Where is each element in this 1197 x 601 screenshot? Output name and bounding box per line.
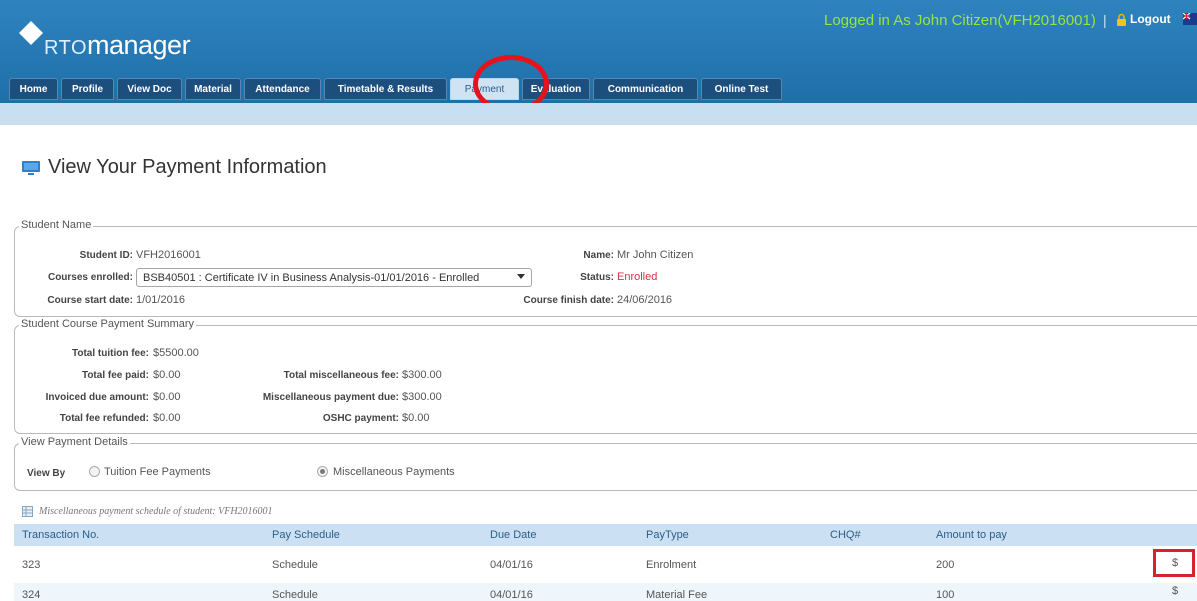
invoiced-due-label: Invoiced due amount: [45, 392, 149, 403]
pay-button-324[interactable]: $ [1172, 585, 1178, 597]
payment-summary-legend: Student Course Payment Summary [19, 318, 197, 330]
col-transaction-no[interactable]: Transaction No. [22, 529, 99, 541]
logo-diamond-icon [19, 21, 43, 45]
table-caption: Miscellaneous payment schedule of studen… [22, 506, 273, 517]
cell-transaction: 324 [22, 589, 41, 601]
logged-in-text: Logged in As John Citizen(VFH2016001) [824, 12, 1096, 29]
page-title: View Your Payment Information [22, 156, 327, 179]
view-payment-details-legend: View Payment Details [19, 436, 130, 448]
student-id-label: Student ID: [79, 250, 133, 261]
total-tuition-value: $5500.00 [153, 347, 199, 359]
pay-button-highlight [1153, 549, 1195, 577]
misc-due-value: $300.00 [402, 391, 442, 403]
total-paid-label: Total fee paid: [81, 370, 149, 381]
total-refunded-value: $0.00 [153, 412, 181, 424]
page-title-text: View Your Payment Information [48, 156, 327, 178]
cell-schedule: Schedule [272, 559, 318, 571]
course-select[interactable]: BSB40501 : Certificate IV in Business An… [136, 268, 532, 287]
col-due-date[interactable]: Due Date [490, 529, 536, 541]
student-name-section: Student Name Student ID: VFH2016001 Cour… [14, 219, 1197, 317]
tab-timetable-results[interactable]: Timetable & Results [324, 78, 447, 100]
cell-schedule: Schedule [272, 589, 318, 601]
col-pay-type[interactable]: PayType [646, 529, 689, 541]
cell-pay-type: Material Fee [646, 589, 708, 601]
cell-due-date: 04/01/16 [490, 589, 533, 601]
misc-fee-label: Total miscellaneous fee: [283, 370, 399, 381]
student-id-value: VFH2016001 [136, 249, 201, 261]
cell-transaction: 323 [22, 559, 41, 571]
table-row: 324 Schedule 04/01/16 Material Fee 100 [14, 583, 1197, 601]
payment-summary-section: Student Course Payment Summary Total tui… [14, 318, 1197, 434]
monitor-icon [22, 160, 40, 175]
tab-attendance[interactable]: Attendance [244, 78, 321, 100]
cell-amount: 100 [936, 589, 955, 601]
flag-icon[interactable] [1183, 13, 1197, 25]
miscellaneous-option-label[interactable]: Miscellaneous Payments [333, 466, 455, 478]
table-row: 323 Schedule 04/01/16 Enrolment 200 [14, 553, 1197, 578]
app-logo[interactable]: RTOmanager [44, 30, 191, 61]
course-select-value: BSB40501 : Certificate IV in Business An… [143, 271, 480, 284]
logo-prefix: RTO [44, 37, 87, 59]
sub-nav-bar [0, 103, 1197, 125]
col-pay-schedule[interactable]: Pay Schedule [272, 529, 340, 541]
table-header: Transaction No. Pay Schedule Due Date Pa… [14, 524, 1197, 546]
logout-link[interactable]: Logout [1116, 12, 1171, 26]
tab-home[interactable]: Home [9, 78, 58, 100]
tab-profile[interactable]: Profile [61, 78, 114, 100]
student-name-legend: Student Name [19, 219, 94, 231]
view-payment-details-section: View Payment Details View By Tuition Fee… [14, 436, 1197, 491]
misc-fee-value: $300.00 [402, 369, 442, 381]
logo-name: manager [87, 30, 191, 60]
name-label: Name: [583, 250, 614, 261]
lock-icon [1117, 13, 1126, 26]
table-icon [22, 506, 33, 517]
col-chq[interactable]: CHQ# [830, 529, 861, 541]
tab-material[interactable]: Material [185, 78, 241, 100]
status-label: Status: [580, 272, 614, 283]
course-finish-label: Course finish date: [523, 295, 614, 306]
oshc-value: $0.00 [402, 412, 430, 424]
tab-communication[interactable]: Communication [593, 78, 698, 100]
cell-amount: 200 [936, 559, 955, 571]
course-start-value: 1/01/2016 [136, 294, 185, 306]
app-header: RTOmanager Logged in As John Citizen(VFH… [0, 0, 1197, 103]
misc-due-label: Miscellaneous payment due: [262, 392, 399, 403]
col-amount-to-pay[interactable]: Amount to pay [936, 529, 1007, 541]
logout-label: Logout [1130, 12, 1171, 26]
main-nav: Home Profile View Doc Material Attendanc… [9, 78, 782, 100]
courses-enrolled-label: Courses enrolled: [47, 272, 133, 283]
tab-online-test[interactable]: Online Test [701, 78, 782, 100]
header-separator: | [1103, 12, 1107, 28]
total-tuition-label: Total tuition fee: [71, 348, 149, 359]
cell-pay-type: Enrolment [646, 559, 697, 571]
tuition-fee-radio[interactable] [89, 466, 100, 477]
total-refunded-label: Total fee refunded: [59, 413, 149, 424]
cell-due-date: 04/01/16 [490, 559, 533, 571]
course-start-label: Course start date: [47, 295, 133, 306]
course-finish-value: 24/06/2016 [617, 294, 673, 306]
name-value: Mr John Citizen [617, 249, 694, 261]
oshc-label: OSHC payment: [322, 413, 399, 424]
invoiced-due-value: $0.00 [153, 391, 181, 403]
miscellaneous-radio[interactable] [317, 466, 328, 477]
tuition-fee-option-label[interactable]: Tuition Fee Payments [104, 466, 211, 478]
tab-view-doc[interactable]: View Doc [117, 78, 182, 100]
table-caption-text: Miscellaneous payment schedule of studen… [39, 506, 273, 517]
status-value: Enrolled [617, 271, 658, 283]
view-by-label: View By [27, 468, 66, 479]
total-paid-value: $0.00 [153, 369, 181, 381]
